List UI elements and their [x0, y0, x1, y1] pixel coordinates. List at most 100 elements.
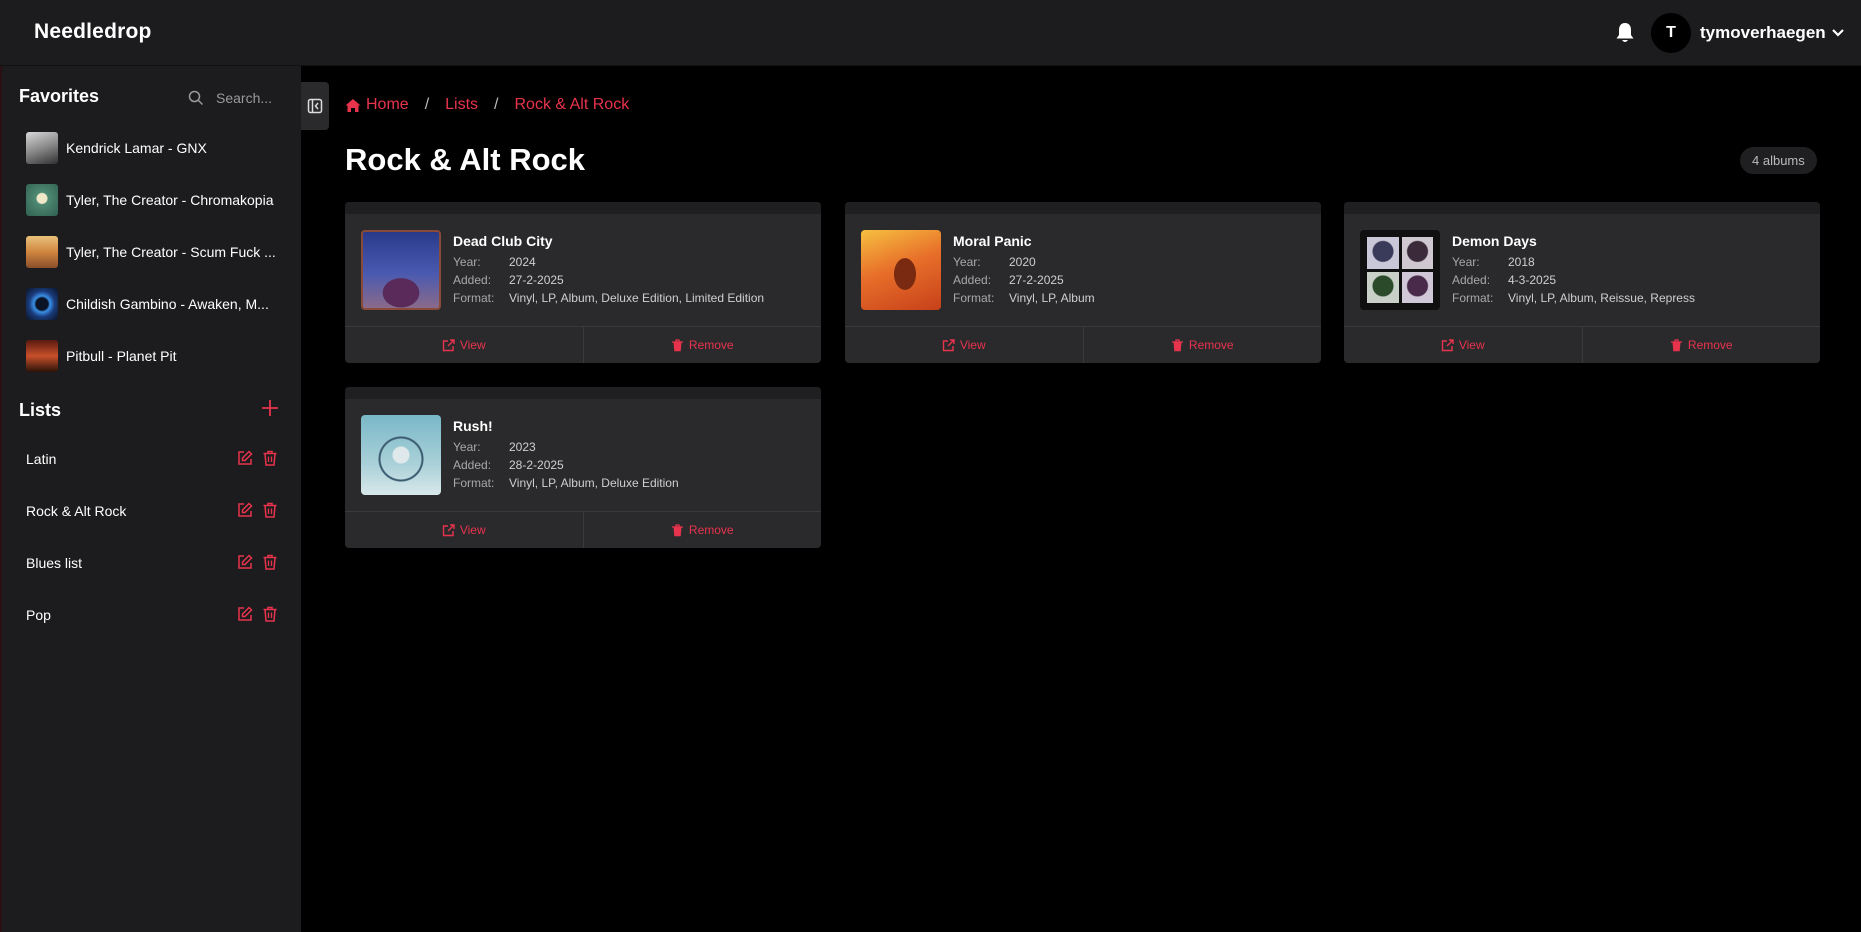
album-thumbnail — [26, 132, 58, 164]
trash-icon — [1670, 338, 1682, 351]
search-input[interactable] — [216, 90, 288, 106]
list-label: Latin — [26, 451, 57, 467]
album-cover — [361, 230, 441, 310]
trash-icon[interactable] — [262, 606, 278, 622]
album-thumbnail — [26, 340, 58, 372]
format-label: Format: — [1452, 291, 1494, 305]
favorite-item[interactable]: Pitbull - Planet Pit — [19, 330, 284, 382]
format-label: Format: — [453, 476, 495, 490]
album-thumbnail — [26, 288, 58, 320]
album-card: Dead Club City Year: 2024 Added: 27-2-2025… — [345, 202, 821, 363]
breadcrumb-lists[interactable]: Lists — [445, 96, 478, 114]
trash-icon — [671, 338, 683, 351]
list-label: Blues list — [26, 555, 83, 571]
album-card: Rush! Year: 2023 Added: 28-2-2025 Format: V… — [345, 387, 821, 548]
album-cover — [861, 230, 941, 310]
edit-icon[interactable] — [237, 502, 253, 518]
album-year: 2020 — [1009, 255, 1036, 269]
breadcrumb-separator: / — [424, 96, 430, 113]
plus-icon[interactable] — [261, 399, 279, 417]
view-button[interactable]: View — [1344, 327, 1582, 363]
external-link-icon — [1441, 338, 1454, 351]
breadcrumb: Home / Lists / Rock & Alt Rock — [345, 96, 629, 114]
edit-icon[interactable] — [237, 606, 253, 622]
home-icon — [345, 98, 361, 112]
favorites-search[interactable] — [188, 84, 292, 112]
year-label: Year: — [453, 255, 481, 269]
avatar: T — [1651, 13, 1691, 53]
list-item[interactable]: Blues list — [19, 537, 284, 589]
breadcrumb-separator: / — [494, 96, 499, 113]
top-bar: Needledrop T tymoverhaegen — [0, 0, 1861, 66]
page-title: Rock & Alt Rock — [345, 142, 586, 177]
chevron-down-icon — [1831, 29, 1844, 37]
lists-list: Latin Rock & Alt Rock Blues list Pop — [19, 433, 284, 641]
added-label: Added: — [1452, 273, 1491, 287]
external-link-icon — [442, 523, 455, 536]
album-added: 27-2-2025 — [1009, 273, 1064, 287]
album-year: 2023 — [509, 440, 536, 454]
year-label: Year: — [1452, 255, 1480, 269]
breadcrumb-current: Rock & Alt Rock — [514, 96, 630, 113]
favorite-item[interactable]: Childish Gambino - Awaken, M... — [19, 278, 284, 330]
edit-icon[interactable] — [237, 554, 253, 570]
list-label: Pop — [26, 607, 51, 623]
album-cover — [361, 415, 441, 495]
favorites-list: Kendrick Lamar - GNX Tyler, The Creator … — [19, 122, 284, 382]
album-format: Vinyl, LP, Album — [1009, 291, 1095, 305]
sidebar-collapse-button[interactable] — [301, 82, 329, 130]
album-year: 2018 — [1508, 255, 1535, 269]
sidebar: Favorites Kendrick Lamar - GNX Tyler, Th… — [0, 66, 301, 932]
remove-button[interactable]: Remove — [582, 512, 822, 548]
album-count-badge: 4 albums — [1740, 147, 1817, 174]
remove-label: Remove — [1188, 338, 1234, 352]
trash-icon[interactable] — [262, 554, 278, 570]
year-label: Year: — [953, 255, 981, 269]
list-item[interactable]: Pop — [19, 589, 284, 641]
trash-icon — [671, 523, 683, 536]
favorites-heading: Favorites — [19, 86, 100, 106]
favorite-label: Tyler, The Creator - Chromakopia — [66, 192, 274, 208]
breadcrumb-home[interactable]: Home — [345, 96, 409, 114]
added-label: Added: — [953, 273, 992, 287]
list-item[interactable]: Latin — [19, 433, 284, 485]
favorite-item[interactable]: Kendrick Lamar - GNX — [19, 122, 284, 174]
lists-heading: Lists — [19, 400, 62, 420]
username: tymoverhaegen — [1700, 23, 1826, 42]
album-title: Demon Days — [1452, 233, 1537, 249]
external-link-icon — [442, 338, 455, 351]
collapse-sidebar-icon — [307, 98, 323, 114]
view-button[interactable]: View — [845, 327, 1083, 363]
album-added: 27-2-2025 — [509, 273, 564, 287]
album-format: Vinyl, LP, Album, Deluxe Edition — [509, 476, 679, 490]
trash-icon[interactable] — [262, 450, 278, 466]
remove-button[interactable]: Remove — [582, 327, 822, 363]
app-logo[interactable]: Needledrop — [34, 20, 152, 44]
remove-label: Remove — [688, 338, 734, 352]
trash-icon — [1171, 338, 1183, 351]
trash-icon[interactable] — [262, 502, 278, 518]
album-title: Dead Club City — [453, 233, 553, 249]
year-label: Year: — [453, 440, 481, 454]
favorite-label: Kendrick Lamar - GNX — [66, 140, 207, 156]
album-format: Vinyl, LP, Album, Reissue, Repress — [1508, 291, 1695, 305]
remove-button[interactable]: Remove — [1082, 327, 1322, 363]
view-button[interactable]: View — [345, 327, 583, 363]
edit-icon[interactable] — [237, 450, 253, 466]
favorite-item[interactable]: Tyler, The Creator - Chromakopia — [19, 174, 284, 226]
list-label: Rock & Alt Rock — [26, 503, 127, 519]
bell-icon[interactable] — [1615, 22, 1635, 44]
remove-button[interactable]: Remove — [1581, 327, 1821, 363]
view-label: View — [959, 338, 986, 352]
album-format: Vinyl, LP, Album, Deluxe Edition, Limite… — [509, 291, 765, 305]
remove-label: Remove — [1687, 338, 1733, 352]
view-button[interactable]: View — [345, 512, 583, 548]
view-label: View — [459, 338, 486, 352]
user-menu[interactable]: T tymoverhaegen — [1651, 13, 1845, 53]
album-cover — [1360, 230, 1440, 310]
list-item[interactable]: Rock & Alt Rock — [19, 485, 284, 537]
external-link-icon — [942, 338, 955, 351]
album-title: Rush! — [453, 418, 493, 434]
favorite-label: Pitbull - Planet Pit — [66, 348, 177, 364]
favorite-item[interactable]: Tyler, The Creator - Scum Fuck ... — [19, 226, 284, 278]
